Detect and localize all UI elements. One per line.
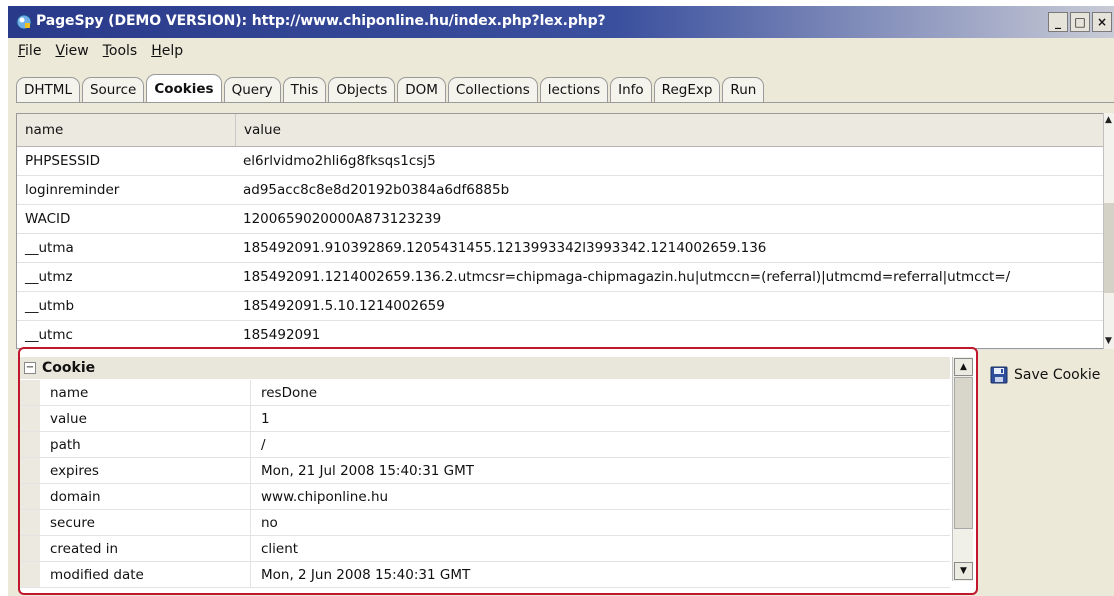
collapse-icon[interactable]: − <box>24 362 36 374</box>
tab-strip: DHTML Source Cookies Query This Objects … <box>16 72 766 102</box>
cookie-name-cell: __utma <box>25 240 74 256</box>
tab-objects[interactable]: Objects <box>328 77 396 102</box>
table-row[interactable]: __utma 185492091.910392869.1205431455.12… <box>17 234 1105 263</box>
column-header-value[interactable]: value <box>236 114 281 146</box>
tab-dhtml[interactable]: DHTML <box>16 77 80 102</box>
title-bar[interactable]: PageSpy (DEMO VERSION): http://www.chipo… <box>8 6 1114 38</box>
tab-lections[interactable]: lections <box>539 77 609 102</box>
menu-bar: File View Tools Help <box>8 40 183 62</box>
property-value[interactable]: client <box>251 536 950 561</box>
pagespy-app-icon <box>16 14 32 30</box>
cookie-group-title: Cookie <box>42 360 96 376</box>
scroll-up-arrow-icon[interactable]: ▲ <box>954 358 973 376</box>
property-value[interactable]: / <box>251 432 950 457</box>
property-value[interactable]: no <box>251 510 950 535</box>
menu-file[interactable]: File <box>18 43 41 59</box>
scroll-down-arrow-icon[interactable]: ▼ <box>1105 337 1112 346</box>
cookie-value-cell: 185492091.1214002659.136.2.utmcsr=chipma… <box>243 269 1011 285</box>
minimize-button[interactable]: _ <box>1048 12 1068 32</box>
table-header: name value <box>17 114 1105 147</box>
cookie-name-cell: loginreminder <box>25 182 120 198</box>
property-row[interactable]: modified date Mon, 2 Jun 2008 15:40:31 G… <box>20 562 950 588</box>
cookie-name-cell: __utmc <box>25 327 73 343</box>
table-scrollbar-thumb[interactable] <box>1104 203 1114 293</box>
property-name: secure <box>40 510 251 535</box>
table-row[interactable]: loginreminder ad95acc8c8e8d20192b0384a6d… <box>17 176 1105 205</box>
menu-tools[interactable]: Tools <box>103 43 138 59</box>
table-row[interactable]: PHPSESSID el6rlvidmo2hli6g8fksqs1csj5 <box>17 147 1105 176</box>
property-row[interactable]: name resDone <box>20 380 950 406</box>
floppy-disk-icon <box>990 366 1008 384</box>
table-row[interactable]: WACID 1200659020000A873123239 <box>17 205 1105 234</box>
table-scrollbar[interactable]: ▲ ▼ <box>1103 113 1114 349</box>
property-row[interactable]: domain www.chiponline.hu <box>20 484 950 510</box>
cookie-value-cell: ad95acc8c8e8d20192b0384a6df6885b <box>243 182 510 198</box>
property-row[interactable]: expires Mon, 21 Jul 2008 15:40:31 GMT <box>20 458 950 484</box>
maximize-button[interactable]: □ <box>1070 12 1090 32</box>
tab-this[interactable]: This <box>282 77 327 102</box>
tab-regexp[interactable]: RegExp <box>653 77 721 102</box>
cookie-name-cell: __utmb <box>25 298 75 314</box>
tab-info[interactable]: Info <box>610 77 652 102</box>
property-scrollbar-thumb[interactable] <box>954 377 973 529</box>
window-title: PageSpy (DEMO VERSION): http://www.chipo… <box>36 13 606 29</box>
tab-source[interactable]: Source <box>81 77 145 102</box>
property-name: expires <box>40 458 251 483</box>
window-controls: _ □ × <box>1048 12 1112 32</box>
cookie-value-cell: el6rlvidmo2hli6g8fksqs1csj5 <box>243 153 436 169</box>
property-row[interactable]: created in client <box>20 536 950 562</box>
tab-query[interactable]: Query <box>223 77 281 102</box>
pagespy-window: PageSpy (DEMO VERSION): http://www.chipo… <box>8 6 1114 596</box>
tab-dom[interactable]: DOM <box>397 77 446 102</box>
save-cookie-label: Save Cookie <box>1014 367 1101 383</box>
cookie-value-cell: 185492091 <box>243 327 321 343</box>
property-name: path <box>40 432 251 457</box>
table-row[interactable]: __utmz 185492091.1214002659.136.2.utmcsr… <box>17 263 1105 292</box>
cookie-value-cell: 185492091.5.10.1214002659 <box>243 298 445 314</box>
tab-cookies[interactable]: Cookies <box>146 74 222 102</box>
cookie-name-cell: __utmz <box>25 269 73 285</box>
cookie-value-cell: 1200659020000A873123239 <box>243 211 442 227</box>
scroll-up-arrow-icon[interactable]: ▲ <box>1105 116 1112 125</box>
property-value[interactable]: 1 <box>251 406 950 431</box>
tab-divider <box>16 102 1114 103</box>
property-name: value <box>40 406 251 431</box>
cookie-value-cell: 185492091.910392869.1205431455.121399334… <box>243 240 767 256</box>
property-value[interactable]: Mon, 2 Jun 2008 15:40:31 GMT <box>251 562 950 587</box>
menu-view[interactable]: View <box>55 43 88 59</box>
property-name: modified date <box>40 562 251 587</box>
close-button[interactable]: × <box>1092 12 1112 32</box>
cookie-name-cell: WACID <box>25 211 71 227</box>
property-name: created in <box>40 536 251 561</box>
tab-run[interactable]: Run <box>722 77 765 102</box>
cookie-table: name value PHPSESSID el6rlvidmo2hli6g8fk… <box>16 113 1106 350</box>
scroll-down-arrow-icon[interactable]: ▼ <box>954 562 973 580</box>
property-value[interactable]: www.chiponline.hu <box>251 484 950 509</box>
table-row[interactable]: __utmb 185492091.5.10.1214002659 <box>17 292 1105 321</box>
column-header-name[interactable]: name <box>17 114 236 146</box>
cookie-property-panel: − Cookie name resDone value 1 path / exp… <box>18 347 978 595</box>
property-row[interactable]: path / <box>20 432 950 458</box>
property-name: domain <box>40 484 251 509</box>
cookie-name-cell: PHPSESSID <box>25 153 101 169</box>
property-value[interactable]: resDone <box>251 380 950 405</box>
cookie-group-header[interactable]: − Cookie <box>20 357 950 379</box>
property-row[interactable]: value 1 <box>20 406 950 432</box>
property-scrollbar[interactable]: ▲ ▼ <box>952 357 973 581</box>
tab-collections[interactable]: Collections <box>447 77 538 102</box>
property-row[interactable]: secure no <box>20 510 950 536</box>
save-cookie-button[interactable]: Save Cookie <box>984 358 1114 392</box>
property-value[interactable]: Mon, 21 Jul 2008 15:40:31 GMT <box>251 458 950 483</box>
menu-help[interactable]: Help <box>151 43 183 59</box>
table-row[interactable]: __utmc 185492091 <box>17 321 1105 350</box>
property-name: name <box>40 380 251 405</box>
